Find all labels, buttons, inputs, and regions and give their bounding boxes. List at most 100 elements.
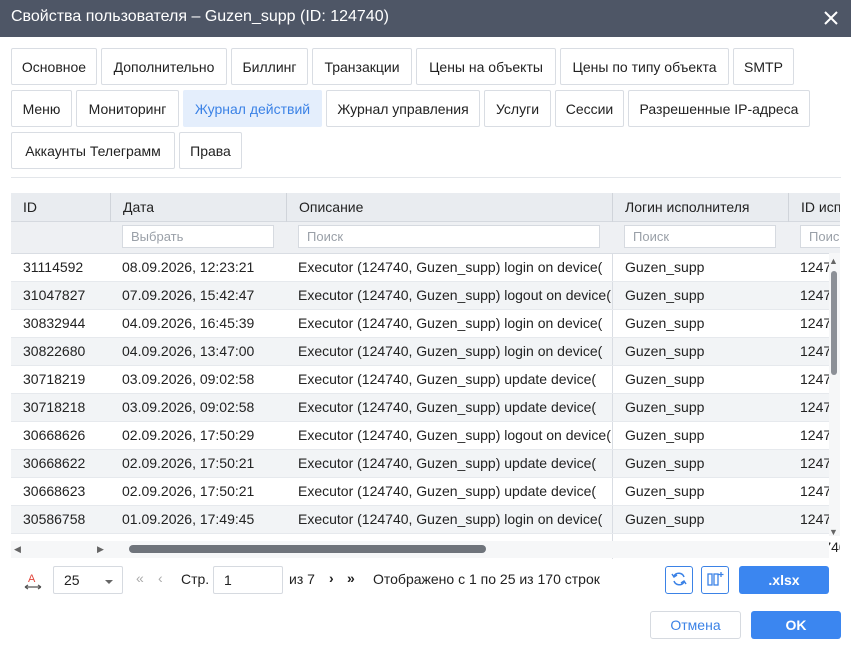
cell-id: 30668626 bbox=[23, 427, 86, 443]
horizontal-scroll-thumb[interactable] bbox=[129, 545, 486, 553]
cell-executor-login: Guzen_supp bbox=[612, 478, 788, 505]
next-page-icon[interactable]: › bbox=[329, 570, 334, 586]
action-log-table: ID Дата Описание Логин исполнителя ID ис… bbox=[11, 193, 840, 559]
tab-telegram-accounts[interactable]: Аккаунты Телеграмм bbox=[11, 132, 175, 169]
close-icon[interactable] bbox=[821, 8, 841, 28]
description-filter-input[interactable]: Поиск bbox=[298, 225, 600, 248]
cell-date: 03.09.2026, 09:02:58 bbox=[122, 399, 255, 415]
refresh-icon bbox=[670, 570, 688, 591]
cell-date: 03.09.2026, 09:02:58 bbox=[122, 371, 255, 387]
filter-row: Выбрать Поиск Поиск Поиск bbox=[11, 222, 840, 254]
table-row[interactable]: 30822680 04.09.2026, 13:47:00 Executor (12… bbox=[11, 338, 840, 366]
table-row[interactable]: 30668626 02.09.2026, 17:50:29 Executor (12… bbox=[11, 422, 840, 450]
cell-description: Executor (124740, Guzen_supp) update dev… bbox=[298, 371, 597, 387]
cell-id: 30718219 bbox=[23, 371, 86, 387]
table-row[interactable]: 30832944 04.09.2026, 16:45:39 Executor (12… bbox=[11, 310, 840, 338]
ok-button[interactable]: OK bbox=[751, 611, 841, 639]
cell-id: 31114592 bbox=[23, 259, 84, 275]
tab-smtp[interactable]: SMTP bbox=[733, 48, 794, 85]
vertical-scroll-thumb[interactable] bbox=[831, 271, 837, 375]
tab-monitoring[interactable]: Мониторинг bbox=[76, 90, 179, 127]
cell-description: Executor (124740, Guzen_supp) update dev… bbox=[298, 483, 597, 499]
cell-date: 02.09.2026, 17:50:21 bbox=[122, 483, 255, 499]
tab-services[interactable]: Услуги bbox=[484, 90, 551, 127]
refresh-button[interactable] bbox=[665, 566, 693, 594]
cell-date: 07.09.2026, 15:42:47 bbox=[122, 287, 255, 303]
table-row[interactable]: 30668623 02.09.2026, 17:50:21 Executor (12… bbox=[11, 478, 840, 506]
cell-date: 04.09.2026, 16:45:39 bbox=[122, 315, 255, 331]
tab-menu[interactable]: Меню bbox=[11, 90, 72, 127]
column-header-date[interactable]: Дата bbox=[110, 193, 286, 222]
cell-executor-login: Guzen_supp bbox=[612, 450, 788, 477]
cell-executor-login: Guzen_supp bbox=[612, 254, 788, 281]
cell-executor-login: Guzen_supp bbox=[612, 506, 788, 533]
column-header-description[interactable]: Описание bbox=[286, 193, 612, 222]
table-row[interactable]: 31114592 08.09.2026, 12:23:21 Executor (12… bbox=[11, 254, 840, 282]
chevron-down-icon bbox=[104, 574, 114, 590]
cell-executor-login: Guzen_supp bbox=[612, 282, 788, 309]
login-filter-input[interactable]: Поиск bbox=[624, 225, 776, 248]
export-xlsx-button[interactable]: .xlsx bbox=[739, 566, 829, 594]
cell-date: 04.09.2026, 13:47:00 bbox=[122, 343, 255, 359]
table-row[interactable]: 31047827 07.09.2026, 15:42:47 Executor (12… bbox=[11, 282, 840, 310]
prev-page-icon[interactable]: ‹ bbox=[158, 570, 163, 586]
tab-main[interactable]: Основное bbox=[11, 48, 97, 85]
cell-description: Executor (124740, Guzen_supp) update dev… bbox=[298, 399, 597, 415]
cell-date: 02.09.2026, 17:50:21 bbox=[122, 455, 255, 471]
scroll-left-icon[interactable]: ◀ bbox=[14, 544, 21, 555]
scroll-down-icon[interactable]: ▼ bbox=[829, 527, 838, 537]
cell-id: 30668622 bbox=[23, 455, 86, 471]
cell-description: Executor (124740, Guzen_supp) login on d… bbox=[298, 511, 603, 527]
cell-executor-login: Guzen_supp bbox=[612, 310, 788, 337]
dialog-title: Свойства пользователя – Guzen_supp (ID: … bbox=[11, 8, 389, 25]
cell-description: Executor (124740, Guzen_supp) logout on … bbox=[298, 427, 611, 443]
executor-id-filter-input[interactable]: Поиск bbox=[800, 225, 840, 248]
tab-transactions[interactable]: Транзакции bbox=[312, 48, 412, 85]
table-row[interactable]: 30668622 02.09.2026, 17:50:21 Executor (12… bbox=[11, 450, 840, 478]
page-size-select[interactable]: 25 bbox=[53, 566, 123, 594]
cell-date: 02.09.2026, 17:50:29 bbox=[122, 427, 255, 443]
scroll-right-icon[interactable]: ▶ bbox=[97, 544, 104, 555]
svg-text:A: A bbox=[28, 573, 36, 585]
first-page-icon[interactable]: « bbox=[136, 570, 144, 586]
cancel-button[interactable]: Отмена bbox=[650, 611, 741, 639]
cell-description: Executor (124740, Guzen_supp) login on d… bbox=[298, 259, 603, 275]
cell-description: Executor (124740, Guzen_supp) logout on … bbox=[298, 287, 611, 303]
tab-sessions[interactable]: Сессии bbox=[555, 90, 624, 127]
cell-id: 30822680 bbox=[23, 343, 86, 359]
tab-action-log[interactable]: Журнал действий bbox=[183, 90, 322, 127]
page-number-input[interactable]: 1 bbox=[213, 566, 283, 594]
tab-object-prices[interactable]: Цены на объекты bbox=[416, 48, 556, 85]
page-total: из 7 bbox=[289, 571, 315, 587]
columns-icon bbox=[706, 570, 724, 591]
cell-executor-login: Guzen_supp bbox=[612, 338, 788, 365]
date-filter-select[interactable]: Выбрать bbox=[122, 225, 274, 248]
column-header-id[interactable]: ID bbox=[11, 193, 110, 222]
tab-control-log[interactable]: Журнал управления bbox=[326, 90, 480, 127]
cell-description: Executor (124740, Guzen_supp) login on d… bbox=[298, 315, 603, 331]
tab-billing[interactable]: Биллинг bbox=[231, 48, 308, 85]
scroll-up-icon[interactable]: ▲ bbox=[829, 256, 838, 266]
column-settings-button[interactable] bbox=[701, 566, 729, 594]
column-header-executor-id[interactable]: ID исполнителя bbox=[788, 193, 840, 222]
cell-executor-login: Guzen_supp bbox=[612, 422, 788, 449]
table-row[interactable]: 30718219 03.09.2026, 09:02:58 Executor (12… bbox=[11, 366, 840, 394]
cell-date: 08.09.2026, 12:23:21 bbox=[122, 259, 255, 275]
table-header: ID Дата Описание Логин исполнителя ID ис… bbox=[11, 193, 840, 222]
pagination-bar: A 25 « ‹ Стр. 1 из 7 › » Отображено с 1 … bbox=[0, 562, 851, 598]
column-header-executor-login[interactable]: Логин исполнителя bbox=[612, 193, 788, 222]
cell-id: 31047827 bbox=[23, 287, 86, 303]
last-page-icon[interactable]: » bbox=[347, 570, 355, 586]
cell-id: 30718218 bbox=[23, 399, 86, 415]
tab-allowed-ip[interactable]: Разрешенные IP-адреса bbox=[628, 90, 810, 127]
text-size-icon[interactable]: A bbox=[22, 569, 44, 591]
cell-id: 30668623 bbox=[23, 483, 86, 499]
cell-executor-login: Guzen_supp bbox=[612, 394, 788, 421]
divider bbox=[11, 177, 841, 178]
cell-executor-login: Guzen_supp bbox=[612, 366, 788, 393]
tab-object-type-prices[interactable]: Цены по типу объекта bbox=[560, 48, 729, 85]
tab-rights[interactable]: Права bbox=[179, 132, 242, 169]
table-row[interactable]: 30718218 03.09.2026, 09:02:58 Executor (12… bbox=[11, 394, 840, 422]
table-row[interactable]: 30586758 01.09.2026, 17:49:45 Executor (12… bbox=[11, 506, 840, 534]
tab-additional[interactable]: Дополнительно bbox=[101, 48, 227, 85]
